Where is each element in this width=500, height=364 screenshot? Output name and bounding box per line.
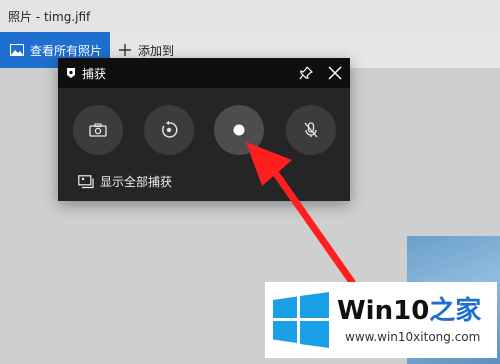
brand-suffix: 之家 [429, 296, 482, 326]
watermark-site: www.win10xitong.com [345, 330, 481, 344]
brand-prefix: Win10 [337, 296, 430, 326]
watermark-brand: Win10之家 [337, 290, 481, 327]
windows-logo [273, 292, 329, 348]
watermark: Win10之家 www.win10xitong.com [265, 282, 497, 358]
